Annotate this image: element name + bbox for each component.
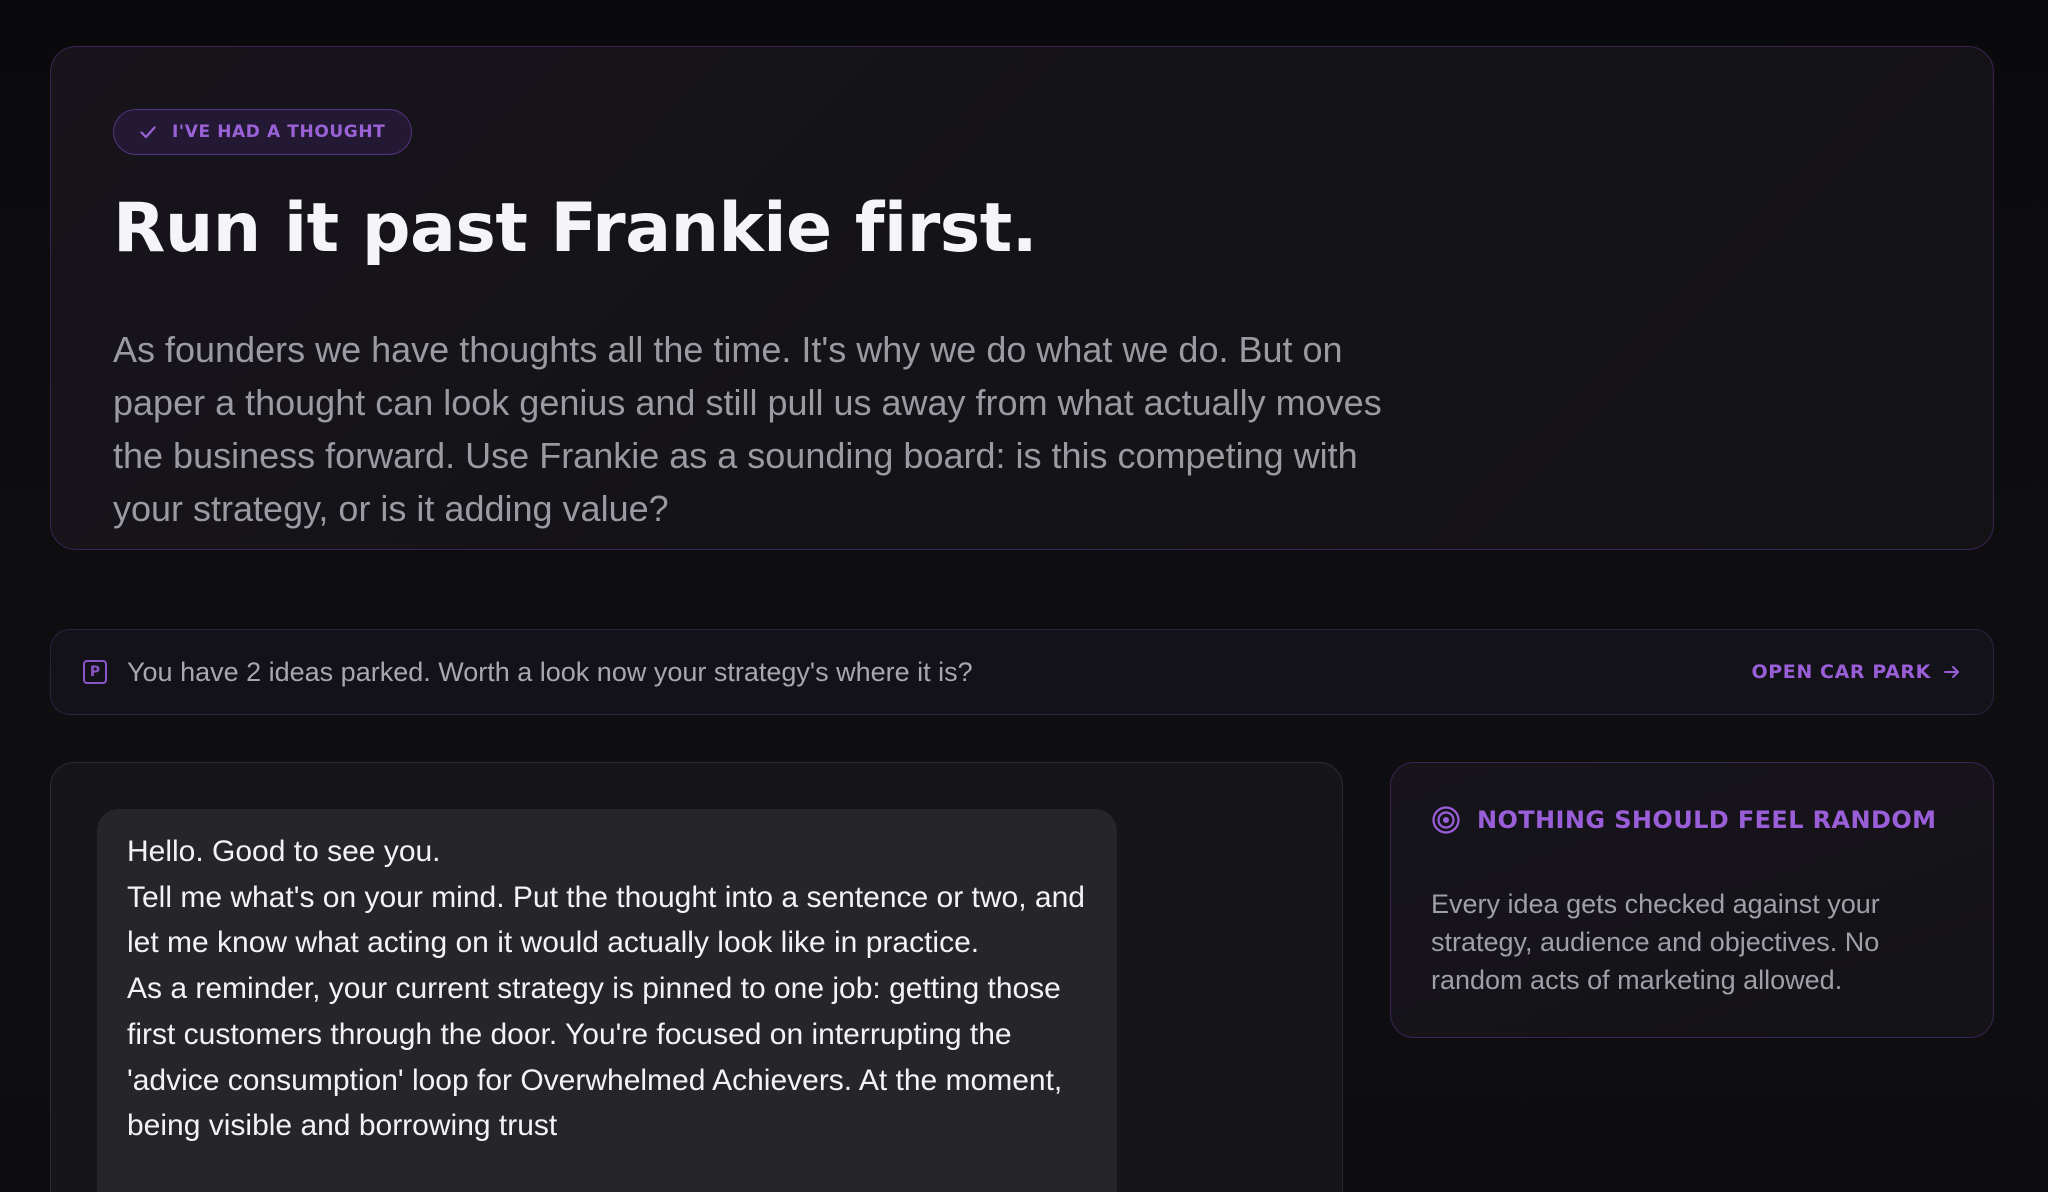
page-title: Run it past Frankie first.	[113, 189, 1038, 268]
assistant-message: Hello. Good to see you. Tell me what's o…	[97, 809, 1117, 1192]
parked-ideas-banner: P You have 2 ideas parked. Worth a look …	[50, 629, 1994, 715]
page: I'VE HAD A THOUGHT Run it past Frankie f…	[0, 0, 2048, 1192]
hero-card: I'VE HAD A THOUGHT Run it past Frankie f…	[50, 46, 1994, 550]
hero-description: As founders we have thoughts all the tim…	[113, 329, 1382, 529]
arrow-right-icon	[1944, 666, 1959, 678]
parking-icon: P	[83, 660, 107, 684]
target-icon	[1432, 806, 1460, 834]
message-line: Hello. Good to see you.	[127, 835, 441, 868]
chat-panel: Hello. Good to see you. Tell me what's o…	[50, 762, 1343, 1192]
thought-badge: I'VE HAD A THOUGHT	[113, 109, 413, 155]
info-card-header: NOTHING SHOULD FEEL RANDOM	[1431, 805, 1936, 835]
info-card-title: NOTHING SHOULD FEEL RANDOM	[1477, 806, 1937, 834]
info-card-body: Every idea gets checked against your str…	[1431, 889, 1880, 995]
info-card: NOTHING SHOULD FEEL RANDOM Every idea ge…	[1390, 762, 1994, 1038]
parked-ideas-text: You have 2 ideas parked. Worth a look no…	[127, 656, 973, 687]
open-car-park-link[interactable]: OPEN CAR PARK	[1751, 661, 1961, 683]
open-car-park-label: OPEN CAR PARK	[1751, 661, 1931, 683]
message-line: As a reminder, your current strategy is …	[127, 972, 1063, 1143]
check-icon	[140, 126, 156, 139]
message-line: Tell me what's on your mind. Put the tho…	[127, 880, 1085, 960]
badge-label: I'VE HAD A THOUGHT	[172, 122, 386, 142]
